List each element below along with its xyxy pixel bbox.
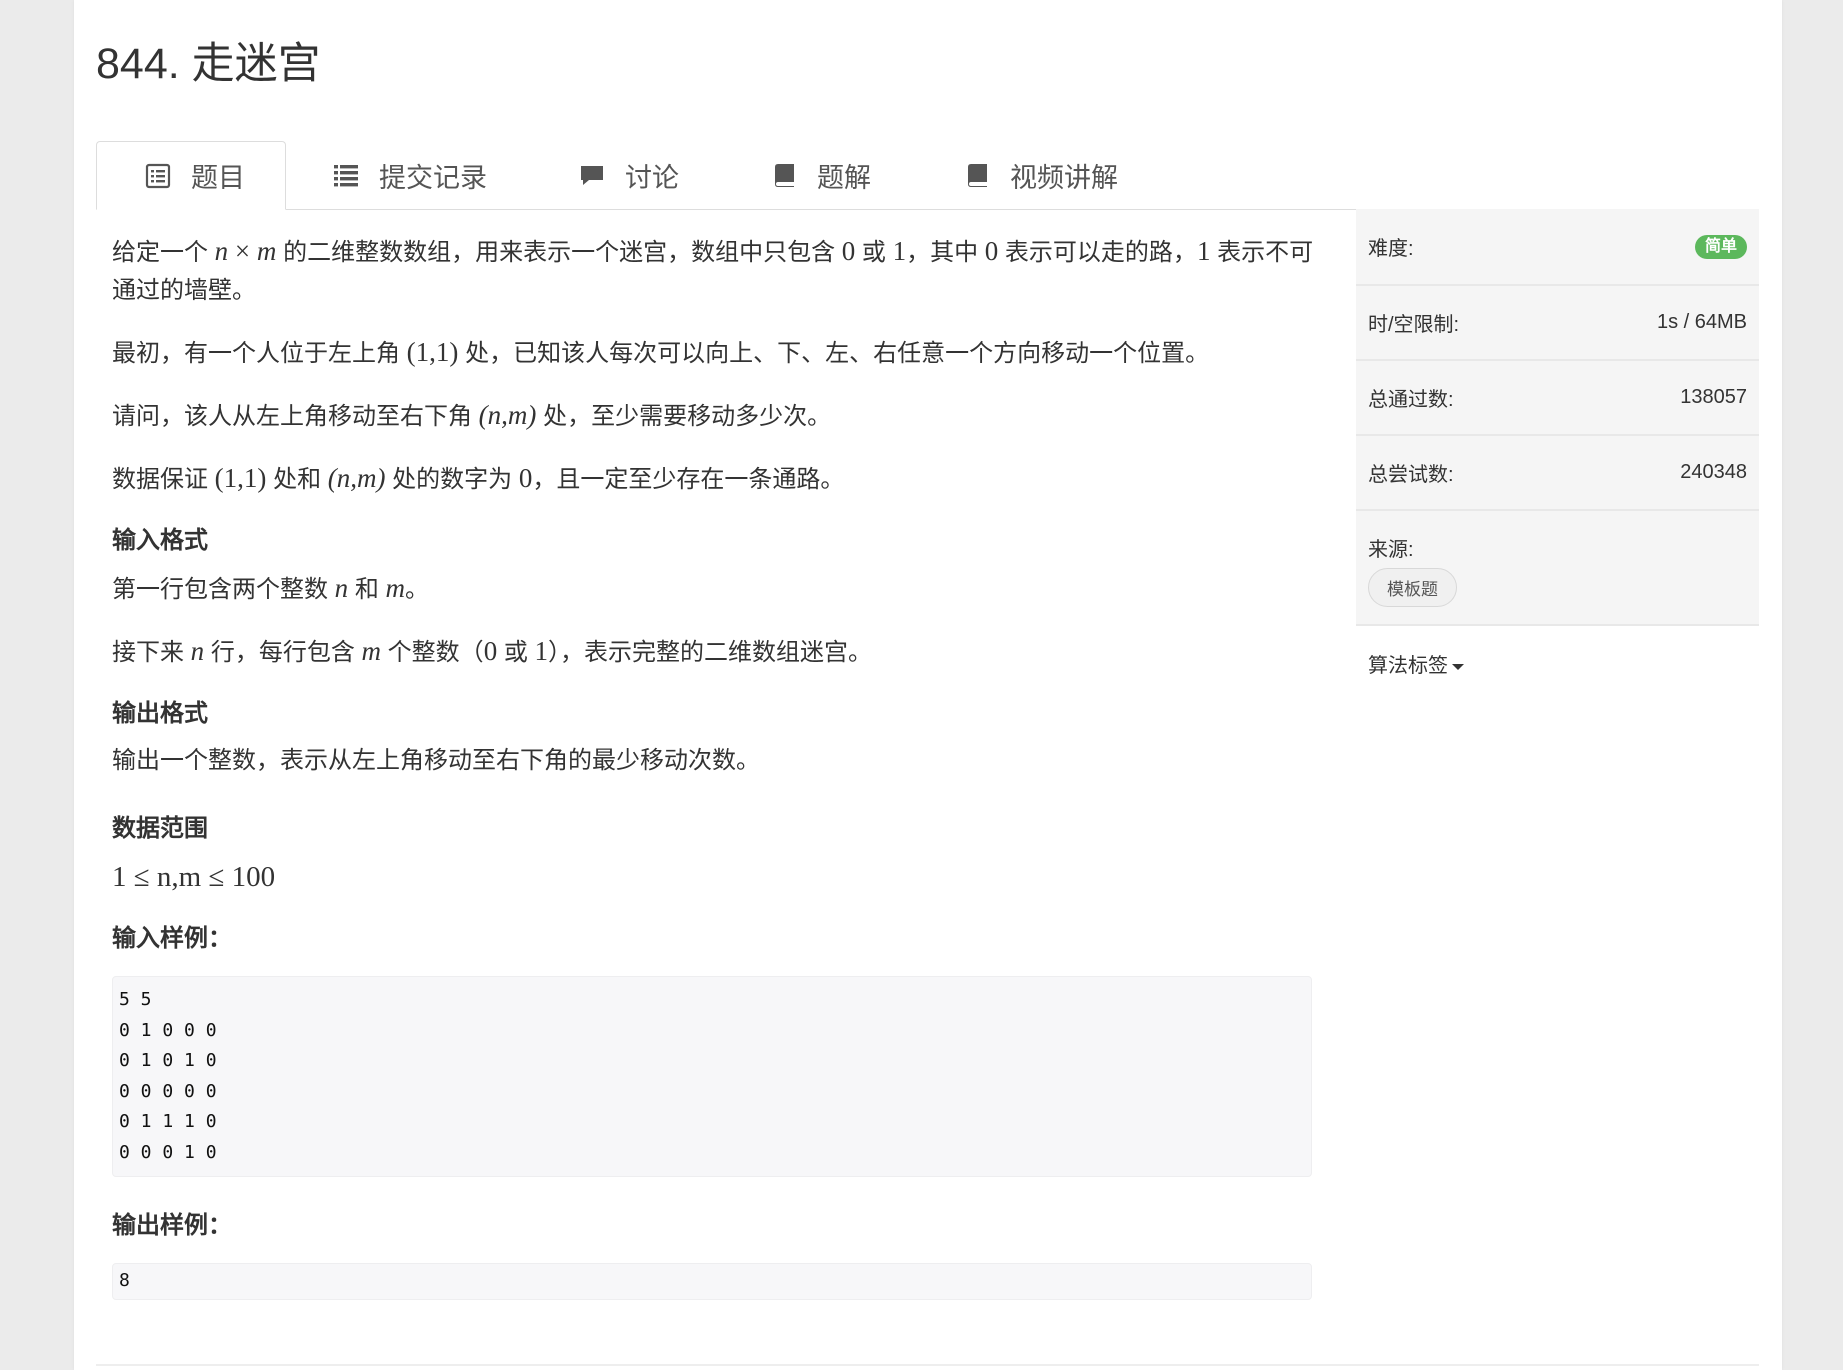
tab-solutions[interactable]: 题解 (769, 141, 871, 209)
sample-input-code: 5 5 0 1 0 0 0 0 1 0 1 0 0 0 0 0 0 0 1 1 … (112, 976, 1312, 1177)
sample-output-code: 8 (112, 1263, 1312, 1300)
description-paragraph: 给定一个 n × m 的二维整数数组，用来表示一个迷宫，数组中只包含 0 或 1… (112, 236, 1314, 304)
list-alt-icon (143, 161, 173, 191)
difficulty-label: 难度: (1368, 238, 1414, 260)
source-tag[interactable]: 模板题 (1368, 568, 1457, 607)
input-format-heading: 输入格式 (112, 527, 208, 554)
list-icon (331, 160, 361, 190)
problem-page: 844. 走迷宫 题目 提交记录 讨论 题解 视频讲解 给定一个 n × m 的… (74, 0, 1782, 1370)
book-icon (769, 160, 799, 190)
tab-label: 题目 (191, 163, 245, 193)
tab-label: 题解 (817, 162, 871, 193)
description-paragraph: 数据保证 (1,1) 处和 (n,m) 处的数字为 0，且一定至少存在一条通路。 (112, 463, 845, 493)
output-format-text: 输出一个整数，表示从左上角移动至右下角的最少移动次数。 (112, 747, 760, 774)
data-range-text: 1 ≤ n,m ≤ 100 (112, 861, 276, 893)
algorithm-tags-label: 算法标签 (1368, 655, 1448, 677)
limit-label: 时/空限制: (1368, 314, 1460, 336)
source-row: 来源: 模板题 (1356, 511, 1759, 626)
data-range-heading: 数据范围 (112, 815, 208, 842)
tab-label: 视频讲解 (1010, 162, 1118, 193)
tab-discussion[interactable]: 讨论 (577, 141, 679, 209)
sample-output-heading: 输出样例： (112, 1212, 232, 1239)
source-label: 来源: (1368, 539, 1414, 561)
caret-down-icon (1452, 663, 1464, 670)
algorithm-tags-toggle[interactable]: 算法标签 (1368, 649, 1464, 678)
footer-divider (96, 1364, 1759, 1366)
algorithm-tags-row: 算法标签 (1356, 626, 1759, 701)
tab-problem[interactable]: 题目 (96, 141, 286, 210)
comment-icon (577, 160, 607, 190)
input-format-paragraph: 第一行包含两个整数 n 和 m。 (112, 573, 430, 603)
tab-submissions[interactable]: 提交记录 (331, 141, 487, 209)
page-title: 844. 走迷宫 (96, 40, 321, 88)
difficulty-row: 难度: 简单 (1356, 209, 1759, 286)
limit-row: 时/空限制: 1s / 64MB (1356, 286, 1759, 361)
tab-label: 讨论 (625, 162, 679, 193)
problem-tabs: 题目 提交记录 讨论 题解 视频讲解 (96, 141, 1759, 210)
input-format-paragraph: 接下来 n 行，每行包含 m 个整数（0 或 1），表示完整的二维数组迷宫。 (112, 636, 873, 666)
passed-value: 138057 (1680, 386, 1747, 408)
difficulty-badge: 简单 (1694, 234, 1747, 259)
attempts-label: 总尝试数: (1368, 464, 1454, 486)
description-paragraph: 最初，有一个人位于左上角 (1,1) 处，已知该人每次可以向上、下、左、右任意一… (112, 337, 1210, 367)
limit-value: 1s / 64MB (1656, 311, 1747, 333)
problem-content: 给定一个 n × m 的二维整数数组，用来表示一个迷宫，数组中只包含 0 或 1… (112, 232, 1327, 1330)
book-icon (962, 160, 992, 190)
attempts-value: 240348 (1680, 461, 1747, 483)
description-paragraph: 请问，该人从左上角移动至右下角 (n,m) 处，至少需要移动多少次。 (112, 400, 832, 430)
sample-input-heading: 输入样例： (112, 925, 232, 952)
attempts-row: 总尝试数: 240348 (1356, 436, 1759, 511)
tab-label: 提交记录 (379, 162, 487, 193)
output-format-heading: 输出格式 (112, 700, 208, 727)
problem-sidebar: 难度: 简单 时/空限制: 1s / 64MB 总通过数: 138057 总尝试… (1356, 209, 1759, 701)
tab-video[interactable]: 视频讲解 (962, 141, 1118, 209)
passed-row: 总通过数: 138057 (1356, 361, 1759, 436)
passed-label: 总通过数: (1368, 389, 1454, 411)
